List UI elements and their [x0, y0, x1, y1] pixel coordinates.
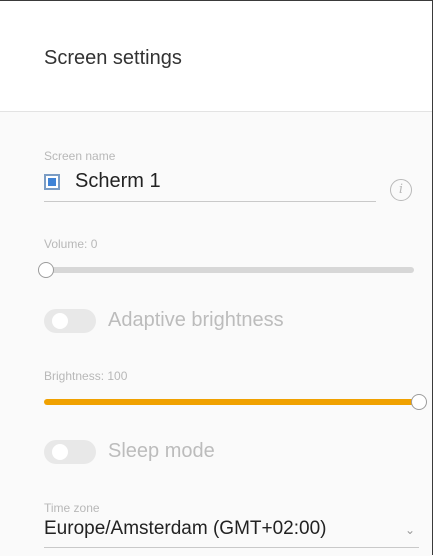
brightness-slider-thumb[interactable]: [411, 394, 427, 410]
screen-name-value[interactable]: Scherm 1: [75, 170, 161, 193]
toggle-knob: [52, 313, 68, 329]
adaptive-brightness-label: Adaptive brightness: [108, 309, 284, 331]
chevron-down-icon[interactable]: ⌄: [405, 523, 415, 537]
time-zone-select[interactable]: Europe/Amsterdam (GMT+02:00) ⌄: [44, 513, 419, 548]
time-zone-value[interactable]: Europe/Amsterdam (GMT+02:00): [44, 518, 326, 540]
brightness-label: Brightness: 100: [44, 369, 128, 383]
screen-name-field[interactable]: Scherm 1: [44, 168, 376, 202]
screen-name-label: Screen name: [44, 149, 116, 163]
sleep-mode-toggle[interactable]: [44, 440, 96, 464]
panel-header: Screen settings: [0, 1, 432, 112]
adaptive-brightness-toggle[interactable]: [44, 309, 96, 333]
volume-slider[interactable]: [44, 267, 414, 273]
volume-label: Volume: 0: [44, 237, 98, 251]
screen-settings-panel: Screen settings Screen name Scherm 1 i V…: [0, 0, 433, 556]
brightness-slider[interactable]: [44, 399, 414, 405]
info-icon[interactable]: i: [390, 179, 412, 201]
volume-slider-thumb[interactable]: [38, 262, 54, 278]
sleep-mode-label: Sleep mode: [108, 440, 215, 462]
toggle-knob: [52, 444, 68, 460]
page-title: Screen settings: [44, 47, 182, 69]
color-swatch[interactable]: [44, 174, 60, 190]
